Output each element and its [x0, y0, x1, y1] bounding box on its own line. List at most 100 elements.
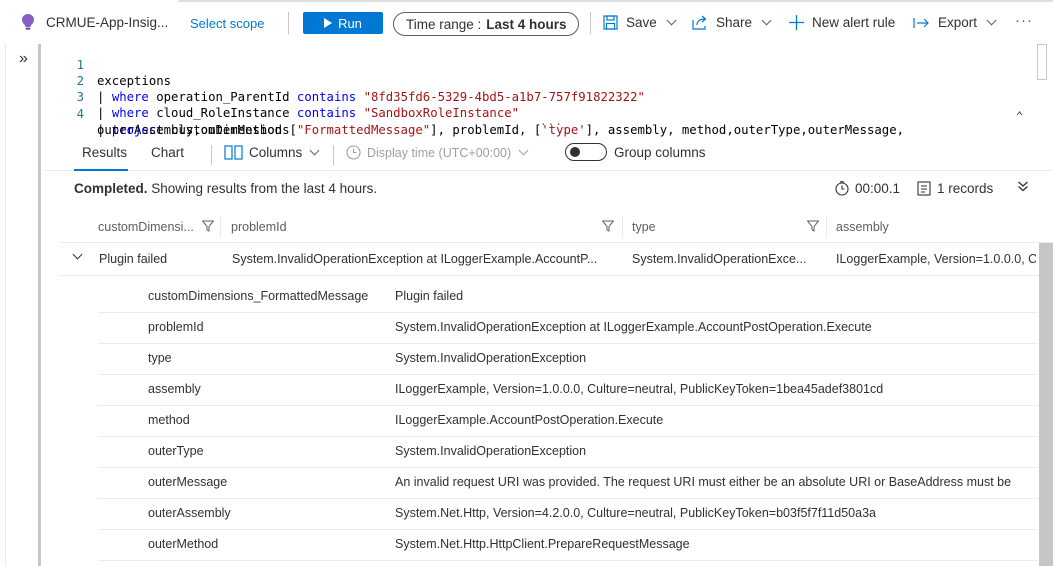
- results-toolbar: Results Chart Columns Display time (UTC+…: [44, 137, 1053, 171]
- detail-key: outerMethod: [148, 537, 219, 551]
- time-range-value: Last 4 hours: [486, 16, 567, 32]
- detail-key: problemId: [148, 320, 204, 334]
- timer-icon: [835, 181, 849, 196]
- detail-key: outerType: [148, 444, 204, 458]
- editor-scrollbar[interactable]: [1037, 44, 1047, 80]
- app-insights-icon: [21, 14, 35, 30]
- share-label: Share: [716, 15, 753, 30]
- time-range-picker[interactable]: Time range : Last 4 hours: [393, 12, 579, 36]
- line-number: 4: [76, 107, 84, 121]
- new-alert-rule-button[interactable]: New alert rule: [789, 15, 895, 30]
- line-number: 2: [76, 74, 84, 88]
- detail-key: customDimensions_FormattedMessage: [148, 289, 369, 303]
- display-time-label: Display time (UTC+00:00): [367, 145, 512, 160]
- column-header-customdimensions[interactable]: customDimensi...: [98, 220, 194, 234]
- toggle-knob: [570, 147, 580, 157]
- display-time-dropdown[interactable]: Display time (UTC+00:00): [346, 145, 529, 160]
- duration-value: 00:00.1: [855, 181, 901, 196]
- status-message: Showing results from the last 4 hours.: [147, 181, 378, 196]
- records-value: 1 records: [937, 181, 994, 196]
- more-options-button[interactable]: ···: [1015, 12, 1033, 29]
- code-line: 3 | where cloud_RoleInstance contains "S…: [44, 73, 519, 120]
- detail-value: ILoggerExample, Version=1.0.0.0, Culture…: [395, 382, 884, 396]
- results-grid: customDimensi... problemId type assembly…: [60, 210, 1053, 566]
- top-border: [178, 0, 1053, 2]
- code-text: | where operation_ParentId contains "8fd…: [97, 90, 645, 104]
- query-toolbar: CRMUE-App-Insig... Select scope Run Time…: [0, 0, 1053, 44]
- line-number: 1: [76, 58, 84, 72]
- pane-splitter-handle[interactable]: ···: [540, 118, 563, 131]
- query-editor[interactable]: 1 exceptions 2 | where operation_ParentI…: [44, 40, 1053, 137]
- tab-chart[interactable]: Chart: [151, 145, 184, 160]
- table-row[interactable]: Plugin failed System.InvalidOperationExc…: [60, 243, 1053, 276]
- detail-value: System.InvalidOperationException at ILog…: [395, 320, 872, 334]
- save-button[interactable]: Save: [603, 15, 677, 30]
- detail-value: System.Net.Http.HttpClient.PrepareReques…: [395, 537, 690, 551]
- group-columns-label: Group columns: [614, 145, 706, 160]
- export-icon: [913, 17, 929, 28]
- select-scope-link[interactable]: Select scope: [190, 16, 264, 31]
- column-divider[interactable]: [220, 216, 221, 238]
- columns-button[interactable]: Columns: [224, 145, 320, 160]
- detail-row: assembly ILoggerExample, Version=1.0.0.0,…: [98, 375, 1038, 406]
- grid-scrollbar[interactable]: [1039, 243, 1053, 566]
- detail-value: ILoggerExample.AccountPostOperation.Exec…: [395, 413, 664, 427]
- columns-icon: [224, 145, 243, 160]
- filter-icon[interactable]: [807, 220, 819, 232]
- code-text: exceptions: [97, 74, 172, 88]
- toolbar-divider: [590, 12, 591, 34]
- chevron-down-icon[interactable]: [72, 249, 83, 260]
- tab-results[interactable]: Results: [82, 145, 127, 160]
- code-text: | where cloud_RoleInstance contains "San…: [97, 106, 520, 120]
- play-icon: [324, 18, 333, 28]
- detail-row: outerType System.InvalidOperationExceptio…: [98, 437, 1038, 468]
- column-header-type[interactable]: type: [632, 220, 656, 234]
- expand-sidebar-icon[interactable]: »: [19, 50, 28, 68]
- group-columns-toggle[interactable]: [565, 143, 607, 161]
- chevron-down-icon: [761, 15, 772, 26]
- save-icon: [603, 15, 618, 30]
- detail-value: System.Net.Http, Version=4.2.0.0, Cultur…: [395, 506, 876, 520]
- column-divider[interactable]: [622, 216, 623, 238]
- status-completed: Completed.: [74, 181, 148, 196]
- table-cell: Plugin failed: [99, 252, 168, 266]
- new-alert-rule-label: New alert rule: [812, 15, 896, 30]
- chevron-down-icon: [666, 15, 677, 26]
- clock-icon: [346, 145, 361, 160]
- filter-icon[interactable]: [602, 220, 614, 232]
- panel-divider: [38, 44, 41, 566]
- detail-value: An invalid request URI was provided. The…: [395, 475, 1012, 489]
- column-divider[interactable]: [826, 216, 827, 238]
- code-text: outerAssembly,outerMethod: [97, 123, 283, 137]
- export-button[interactable]: Export: [913, 15, 997, 30]
- code-line: 1 exceptions: [44, 41, 171, 88]
- detail-row: customDimensions_FormattedMessage Plugin …: [98, 282, 1038, 313]
- collapse-editor-icon[interactable]: ⌃: [1016, 109, 1023, 123]
- detail-key: outerAssembly: [148, 506, 231, 520]
- filter-icon[interactable]: [202, 220, 214, 232]
- collapse-all-icon[interactable]: [1017, 180, 1029, 195]
- detail-key: assembly: [148, 382, 201, 396]
- detail-row: problemId System.InvalidOperationExceptio…: [98, 313, 1038, 344]
- plus-icon: [789, 15, 804, 30]
- detail-row: type System.InvalidOperationException: [98, 344, 1038, 375]
- share-button[interactable]: Share: [692, 15, 772, 30]
- column-header-problemid[interactable]: problemId: [231, 220, 287, 234]
- run-label: Run: [338, 15, 362, 31]
- detail-key: outerMessage: [148, 475, 228, 489]
- record-count: 1 records: [917, 181, 993, 196]
- left-border: [5, 44, 6, 566]
- code-line-wrap: outerAssembly,outerMethod: [44, 106, 282, 137]
- detail-row: outerAssembly System.Net.Http, Version=4.…: [98, 499, 1038, 530]
- scope-name[interactable]: CRMUE-App-Insig...: [46, 15, 168, 30]
- run-button[interactable]: Run: [303, 12, 383, 34]
- chevron-down-icon: [518, 145, 529, 156]
- column-header-assembly[interactable]: assembly: [836, 220, 889, 234]
- chevron-down-icon: [986, 15, 997, 26]
- time-range-label: Time range :: [406, 16, 482, 32]
- grid-header: customDimensi... problemId type assembly: [60, 210, 1053, 243]
- records-icon: [917, 181, 931, 196]
- table-cell: System.InvalidOperationException at ILog…: [232, 252, 598, 266]
- detail-value: System.InvalidOperationException: [395, 444, 587, 458]
- query-status: Completed. Showing results from the last…: [74, 181, 377, 196]
